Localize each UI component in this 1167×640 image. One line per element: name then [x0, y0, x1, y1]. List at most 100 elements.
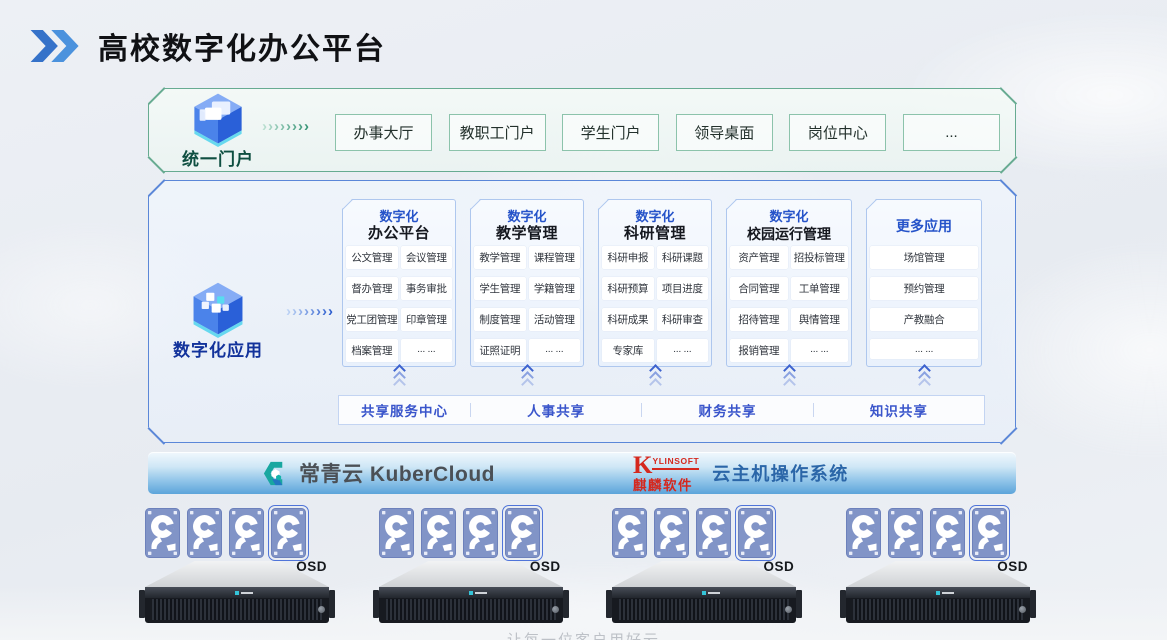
column-subtitle: 数字化 [379, 209, 418, 225]
slide-canvas: 高校数字化办公平台 统一门户 ›››››››› 办事大厅教职工门户学生门户领导桌… [0, 0, 1167, 640]
page-title: 高校数字化办公平台 [98, 24, 386, 68]
item-row: 报销管理... ... [730, 339, 848, 362]
unified-portal-label-block: 统一门户 [172, 91, 264, 170]
item-row: 招待管理舆情管理 [730, 308, 848, 331]
portal-button: 岗位中心 [789, 114, 886, 151]
item-row: 制度管理活动管理 [474, 308, 580, 331]
hdd-icon [187, 508, 222, 558]
digital-apps-label: 数字化应用 [173, 336, 263, 361]
kylin-k-letter: K [633, 453, 652, 478]
share-label: 人事共享 [471, 400, 641, 420]
server-row: OSDOSDOSDOSD [145, 508, 1030, 558]
app-item: 印章管理 [401, 308, 453, 331]
chevron-up-icon [783, 378, 796, 391]
app-column-panel: 数字化办公平台公文管理会议管理督办管理事务审批党工团管理印章管理档案管理... … [342, 199, 456, 367]
app-item: ... ... [657, 339, 709, 362]
up-arrow [866, 368, 982, 389]
kubercloud-logo-icon [261, 459, 290, 488]
cloud-platform-bar: 常青云 KuberCloud K YLINSOFT 麒麟软件 云主机操作系统 [148, 452, 1016, 494]
portal-button: 教职工门户 [449, 114, 546, 151]
item-row: 合同管理工单管理 [730, 277, 848, 300]
portal-button: 学生门户 [562, 114, 659, 151]
osd-label: OSD [764, 559, 795, 574]
app-item: 科研成果 [602, 308, 654, 331]
unified-portal-label: 统一门户 [182, 145, 254, 170]
app-item: 学籍管理 [529, 277, 581, 300]
disk-row [612, 508, 796, 558]
app-item: 活动管理 [529, 308, 581, 331]
column-header: 更多应用 [866, 199, 982, 246]
column-title: 办公平台 [368, 225, 430, 243]
server-mesh [386, 599, 556, 620]
portal-button-row: 办事大厅教职工门户学生门户领导桌面岗位中心... [335, 114, 1000, 151]
app-item: 舆情管理 [791, 308, 849, 331]
power-button-icon [1019, 606, 1026, 613]
kylin-os-block: K YLINSOFT 麒麟软件 云主机操作系统 [633, 453, 849, 493]
power-button-icon [552, 606, 559, 613]
vendor-logo-icon [936, 591, 940, 595]
up-arrow [470, 368, 584, 389]
kubercloud-label: 常青云 KuberCloud [299, 458, 495, 488]
server-bezel [846, 587, 1030, 598]
up-arrow [342, 368, 456, 389]
portal-button: 领导桌面 [676, 114, 773, 151]
item-row: 专家库... ... [602, 339, 708, 362]
app-item: ... ... [791, 339, 849, 362]
app-columns: 数字化办公平台公文管理会议管理督办管理事务审批党工团管理印章管理档案管理... … [342, 199, 982, 367]
server-group: OSD [145, 508, 329, 558]
app-item: ... ... [401, 339, 453, 362]
title-chevrons-icon [30, 30, 82, 62]
app-item: 事务审批 [401, 277, 453, 300]
portal-button: ... [903, 114, 1000, 151]
app-item: 合同管理 [730, 277, 788, 300]
digital-apps-section: 数字化应用 ›››››››› 数字化办公平台公文管理会议管理督办管理事务审批党工… [148, 180, 1016, 443]
column-title: 校园运行管理 [747, 225, 831, 243]
share-label: 共享服务中心 [339, 400, 470, 420]
item-row: ... ... [870, 339, 978, 359]
hdd-icon [421, 508, 456, 558]
app-item: 项目进度 [657, 277, 709, 300]
osd-label: OSD [997, 559, 1028, 574]
app-item: 公文管理 [346, 246, 398, 269]
app-item: 产教融合 [870, 308, 978, 331]
power-button-icon [318, 606, 325, 613]
item-row: 证照证明... ... [474, 339, 580, 362]
column-subtitle: 数字化 [507, 209, 546, 225]
item-row: 产教融合 [870, 308, 978, 331]
chevron-up-icon [521, 378, 534, 391]
app-column-panel: 数字化科研管理科研申报科研课题科研预算项目进度科研成果科研审查专家库... ..… [598, 199, 712, 367]
kylin-suffix: YLINSOFT [652, 457, 699, 470]
column-subtitle: 更多应用 [896, 218, 952, 234]
server-mesh [619, 599, 789, 620]
column-title: 教学管理 [496, 225, 558, 243]
column-header: 数字化校园运行管理 [726, 199, 852, 246]
server-group: OSD [846, 508, 1030, 558]
column-header: 数字化科研管理 [598, 199, 712, 246]
app-item: 教学管理 [474, 246, 526, 269]
server-bezel [612, 587, 796, 598]
column-header: 数字化教学管理 [470, 199, 584, 246]
vendor-logo-icon [702, 591, 706, 595]
app-item: 学生管理 [474, 277, 526, 300]
app-item: 督办管理 [346, 277, 398, 300]
flow-arrows-icon: ›››››››› [262, 118, 310, 135]
item-row: 科研申报科研课题 [602, 246, 708, 269]
server-bezel [379, 587, 563, 598]
app-item: 科研预算 [602, 277, 654, 300]
vendor-logo-icon [469, 591, 473, 595]
hdd-icon [463, 508, 498, 558]
share-label: 财务共享 [642, 400, 812, 420]
app-item: 证照证明 [474, 339, 526, 362]
app-item: 招待管理 [730, 308, 788, 331]
app-item: 课程管理 [529, 246, 581, 269]
osd-label: OSD [296, 559, 327, 574]
hdd-icon [612, 508, 647, 558]
hdd-icon [972, 508, 1007, 558]
app-column-panel: 数字化教学管理教学管理课程管理学生管理学籍管理制度管理活动管理证照证明... .… [470, 199, 584, 367]
up-arrows-row [342, 368, 982, 389]
app-item: 报销管理 [730, 339, 788, 362]
chevron-up-icon [649, 378, 662, 391]
app-item: 招投标管理 [791, 246, 849, 269]
item-row: 资产管理招投标管理 [730, 246, 848, 269]
disk-row [145, 508, 329, 558]
